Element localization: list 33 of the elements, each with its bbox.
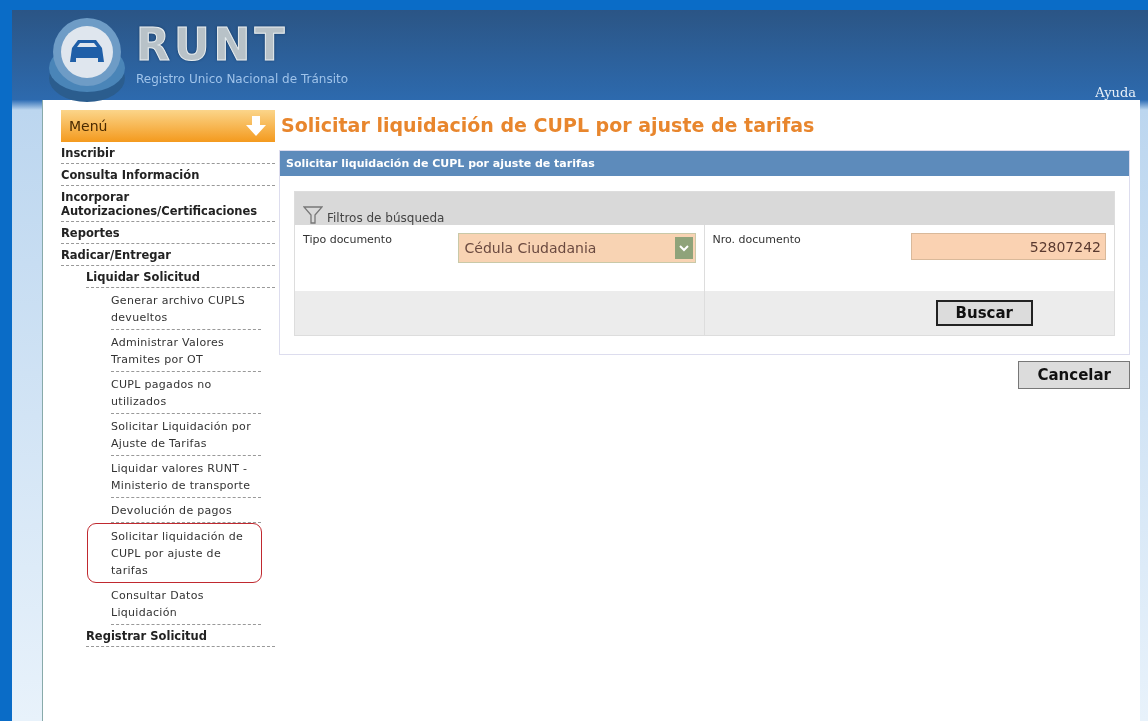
menu-header[interactable]: Menú: [61, 110, 275, 142]
menu-item[interactable]: Reportes: [61, 222, 275, 244]
field-label: Tipo documento: [303, 233, 392, 248]
menu-item[interactable]: Incorporar Autorizaciones/Certificaciones: [61, 186, 275, 222]
menu-item[interactable]: Inscribir: [61, 142, 275, 164]
down-arrow-icon: [245, 115, 267, 137]
menu-title: Menú: [69, 118, 108, 134]
menu-item[interactable]: Devolución de pagos: [111, 498, 261, 523]
menu-item[interactable]: Consultar Datos Liquidación: [111, 583, 261, 625]
help-link[interactable]: Ayuda: [1095, 85, 1136, 100]
menu-item[interactable]: Liquidar Solicitud: [86, 266, 275, 288]
document-number-field[interactable]: 52807242: [911, 233, 1106, 260]
menu-item[interactable]: Generar archivo CUPLS devueltos: [111, 288, 261, 330]
page-title: Solicitar liquidación de CUPL por ajuste de tarifas: [281, 114, 816, 136]
document-type-select[interactable]: Cédula Ciudadania: [457, 233, 696, 263]
menu-item[interactable]: Solicitar liquidación de CUPL por ajuste de tarifas: [87, 523, 262, 583]
logo-subtitle: Registro Unico Nacional de Tránsito: [136, 72, 348, 86]
logo-text: RUNT: [136, 22, 290, 68]
menu-item[interactable]: CUPL pagados no utilizados: [111, 372, 261, 414]
filters-title: Filtros de búsqueda: [327, 211, 445, 225]
menu-item[interactable]: Administrar Valores Tramites por OT: [111, 330, 261, 372]
menu-item[interactable]: Liquidar valores RUNT - Ministerio de transporte: [111, 456, 261, 498]
panel-title: Solicitar liquidación de CUPL por ajuste de tarifas: [280, 151, 1129, 176]
menu-item[interactable]: Solicitar Liquidación por Ajuste de Tarifas: [111, 414, 261, 456]
field-label: Nro. documento: [712, 233, 801, 248]
menu-item[interactable]: Consulta Información: [61, 164, 275, 186]
cancel-button[interactable]: Cancelar: [1018, 361, 1130, 389]
filter-icon: [303, 205, 323, 225]
car-logo-icon: [46, 16, 128, 104]
menu-item[interactable]: Registrar Solicitud: [86, 625, 275, 647]
menu-item[interactable]: Radicar/Entregar: [61, 244, 275, 266]
search-button[interactable]: Buscar: [935, 300, 1033, 326]
dropdown-icon: [674, 237, 693, 259]
